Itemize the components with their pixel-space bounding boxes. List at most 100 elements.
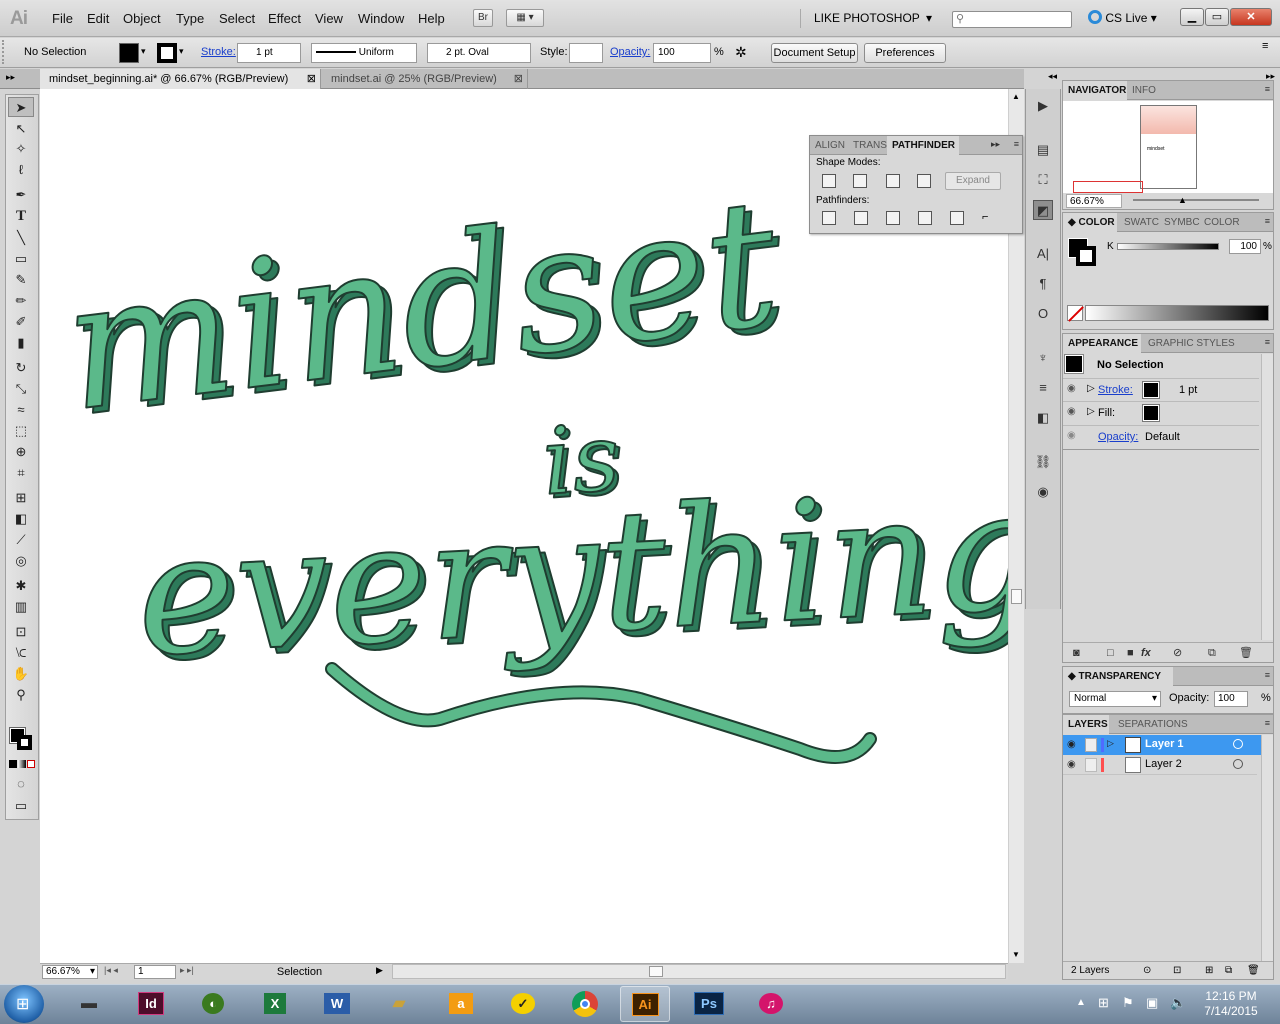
- type-tool-icon[interactable]: T: [8, 206, 34, 226]
- layer-row-1[interactable]: ◉ ▷ Layer 1: [1063, 735, 1257, 755]
- brush-definition[interactable]: 2 pt. Oval: [427, 43, 531, 63]
- appearance-fill-row[interactable]: ◉ ▷ Fill:: [1063, 402, 1259, 426]
- add-effect-icon[interactable]: fx: [1141, 643, 1151, 663]
- k-value-field[interactable]: 100: [1229, 239, 1261, 254]
- taskbar-illustrator[interactable]: Ai: [620, 986, 670, 1022]
- actions-icon[interactable]: ▶: [1033, 96, 1053, 116]
- fill-swatch[interactable]: [119, 43, 139, 63]
- disclosure-triangle-icon[interactable]: ▷: [1087, 406, 1095, 417]
- volume-icon[interactable]: 🔈: [1170, 995, 1186, 1011]
- fill-swatch[interactable]: [1142, 404, 1160, 422]
- menu-file[interactable]: File: [52, 11, 73, 26]
- tab-transform[interactable]: TRANS: [848, 136, 887, 155]
- k-slider[interactable]: [1117, 243, 1219, 250]
- close-window-button[interactable]: ✕: [1230, 8, 1272, 26]
- appearance-opacity-row[interactable]: ◉ Opacity: Default: [1063, 426, 1259, 450]
- delete-layer-icon[interactable]: 🗑: [1247, 962, 1260, 980]
- blob-brush-tool-icon[interactable]: ✐: [8, 312, 34, 332]
- tab-info[interactable]: INFO: [1127, 81, 1167, 100]
- panel-menu-icon[interactable]: ≡: [1265, 216, 1270, 226]
- symbol-sprayer-tool-icon[interactable]: ✱: [8, 576, 34, 596]
- appearance-stroke-row[interactable]: ◉ ▷ Stroke: 1 pt: [1063, 378, 1259, 402]
- tab-color[interactable]: ◆ COLOR: [1063, 213, 1117, 232]
- tab-separations-preview[interactable]: SEPARATIONS PREVIEW: [1113, 715, 1233, 749]
- eraser-tool-icon[interactable]: ▮: [8, 333, 34, 353]
- locate-object-icon[interactable]: ⊙: [1143, 962, 1151, 980]
- tab-transparency[interactable]: ◆ TRANSPARENCY: [1063, 667, 1173, 686]
- taskbar-norton[interactable]: ✓: [498, 986, 548, 1022]
- taskbar-excel[interactable]: X: [250, 986, 300, 1022]
- delete-item-icon[interactable]: 🗑: [1239, 643, 1253, 663]
- disclosure-triangle-icon[interactable]: ▷: [1087, 383, 1095, 394]
- layer-row-2[interactable]: ◉ Layer 2: [1063, 755, 1257, 775]
- new-art-basic-icon[interactable]: ◙: [1073, 643, 1080, 663]
- panel-menu-icon[interactable]: ≡: [1265, 670, 1270, 680]
- target-icon[interactable]: [1233, 759, 1243, 769]
- menu-effect[interactable]: Effect: [268, 11, 301, 26]
- new-sublayer-icon[interactable]: ⊞: [1205, 962, 1213, 980]
- status-menu-icon[interactable]: ▶: [376, 965, 383, 976]
- first-artboard-icon[interactable]: |◂ ◂: [104, 965, 118, 976]
- add-fill-icon[interactable]: ■: [1127, 643, 1134, 663]
- divide-icon[interactable]: [822, 211, 836, 225]
- visibility-eye-icon[interactable]: ◉: [1067, 430, 1076, 441]
- visibility-eye-icon[interactable]: ◉: [1067, 406, 1076, 417]
- stroke-color-icon[interactable]: [17, 735, 32, 750]
- opacity-link[interactable]: Opacity:: [1098, 431, 1138, 443]
- scroll-thumb[interactable]: [1011, 589, 1022, 604]
- stroke-color-icon[interactable]: [1076, 246, 1096, 266]
- close-icon[interactable]: ⊠: [514, 69, 523, 89]
- hand-tool-icon[interactable]: ✋: [8, 664, 34, 684]
- menu-view[interactable]: View: [315, 11, 343, 26]
- panel-menu-icon[interactable]: ≡: [1265, 337, 1270, 347]
- menu-select[interactable]: Select: [219, 11, 255, 26]
- collapse-panels-icon[interactable]: ◂◂: [1048, 71, 1057, 82]
- unite-icon[interactable]: [822, 174, 836, 188]
- preferences-button[interactable]: Preferences: [864, 43, 946, 63]
- screen-mode-icon[interactable]: ▭: [8, 796, 34, 816]
- menu-object[interactable]: Object: [123, 11, 161, 26]
- close-icon[interactable]: ⊠: [307, 69, 316, 89]
- slider-thumb[interactable]: ▲: [1178, 195, 1187, 205]
- selection-tool-icon[interactable]: ➤: [8, 97, 34, 117]
- opacity-link[interactable]: Opacity:: [610, 46, 650, 58]
- taskbar-chrome[interactable]: [560, 986, 610, 1022]
- start-button[interactable]: ⊞: [4, 985, 44, 1023]
- tab-align[interactable]: ALIGN: [810, 136, 848, 155]
- menu-help[interactable]: Help: [418, 11, 445, 26]
- column-graph-tool-icon[interactable]: ▥: [8, 597, 34, 617]
- appearance-scrollbar[interactable]: [1261, 354, 1273, 640]
- tab-mindset-beginning[interactable]: mindset_beginning.ai* @ 66.67% (RGB/Prev…: [40, 69, 321, 89]
- document-setup-button[interactable]: Document Setup: [771, 43, 858, 63]
- scale-tool-icon[interactable]: ⤡: [8, 379, 34, 399]
- magic-wand-tool-icon[interactable]: ✧: [8, 139, 34, 159]
- stroke-panel-icon[interactable]: ≡: [1033, 378, 1053, 398]
- artboard-tool-icon[interactable]: ⊡: [8, 622, 34, 642]
- menu-edit[interactable]: Edit: [87, 11, 109, 26]
- taskbar-word[interactable]: W: [312, 986, 362, 1022]
- show-hidden-icons[interactable]: ▲: [1076, 997, 1086, 1008]
- arrange-documents-button[interactable]: ▦ ▾: [506, 9, 544, 27]
- merge-icon[interactable]: [886, 211, 900, 225]
- stroke-swatch[interactable]: [157, 43, 177, 63]
- eyedropper-tool-icon[interactable]: ⟋: [8, 530, 34, 550]
- none-swatch[interactable]: [1067, 305, 1084, 322]
- gradient-panel-icon[interactable]: ◧: [1033, 408, 1053, 428]
- layer-name[interactable]: Layer 1: [1145, 738, 1184, 750]
- gradient-mode-icon[interactable]: [18, 760, 26, 768]
- grip-handle[interactable]: [2, 40, 6, 64]
- taskbar-amazon[interactable]: a: [436, 986, 486, 1022]
- pathfinder-icon[interactable]: ◩: [1033, 200, 1053, 220]
- line-tool-icon[interactable]: ╲: [8, 228, 34, 248]
- crop-icon[interactable]: [918, 211, 932, 225]
- transparency-opacity-field[interactable]: 100: [1214, 691, 1248, 707]
- taskbar-itunes[interactable]: ♫: [746, 986, 796, 1022]
- action-center-flag-icon[interactable]: ⚑: [1122, 995, 1134, 1011]
- color-spectrum[interactable]: [1085, 305, 1269, 321]
- search-input[interactable]: ⚲: [952, 11, 1072, 28]
- tab-navigator[interactable]: NAVIGATOR: [1063, 81, 1127, 100]
- scroll-thumb[interactable]: [649, 966, 663, 977]
- lasso-tool-icon[interactable]: ℓ: [8, 160, 34, 180]
- brushes-icon[interactable]: ♆: [1033, 348, 1053, 368]
- menu-type[interactable]: Type: [176, 11, 204, 26]
